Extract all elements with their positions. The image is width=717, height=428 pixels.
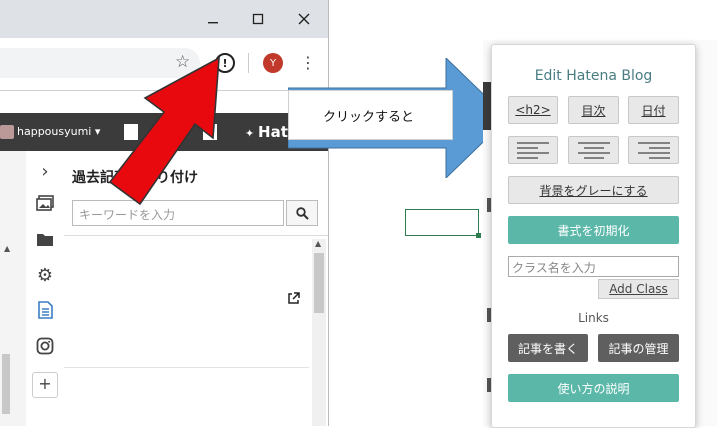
callout-text: クリックすると xyxy=(323,110,415,125)
howto-button[interactable]: 使い方の説明 xyxy=(508,374,679,402)
external-link-icon[interactable] xyxy=(287,292,300,309)
profile-avatar[interactable]: Y xyxy=(263,53,283,73)
plus-icon[interactable]: + xyxy=(32,372,58,398)
align-right-icon xyxy=(637,142,670,159)
maximize-icon xyxy=(252,13,264,25)
red-arrow-annotation xyxy=(108,56,220,206)
links-heading: Links xyxy=(578,311,609,325)
minimize-icon xyxy=(208,22,218,24)
hatena-logo-mark-icon: ✦ xyxy=(245,127,259,140)
maximize-button[interactable] xyxy=(243,6,273,32)
class-name-input[interactable]: クラス名を入力 xyxy=(508,256,679,277)
date-button[interactable]: 日付 xyxy=(628,96,679,124)
title-bar xyxy=(0,0,328,38)
scroll-up-icon[interactable]: ▲ xyxy=(4,244,10,253)
page-icon[interactable] xyxy=(26,301,64,324)
callout-box: クリックすると xyxy=(288,90,453,140)
user-menu[interactable]: happousyumi ▾ xyxy=(0,125,100,139)
minimize-button[interactable] xyxy=(198,6,228,32)
search-button[interactable] xyxy=(286,200,318,226)
selection-handle xyxy=(476,233,481,238)
scrollbar-thumb[interactable] xyxy=(314,253,324,313)
reset-format-button[interactable]: 書式を初期化 xyxy=(508,216,679,244)
gear-icon[interactable]: ⚙ xyxy=(26,265,64,286)
user-avatar xyxy=(0,125,14,139)
align-center-button[interactable] xyxy=(568,136,619,164)
editor-left-scroll: ▲ xyxy=(0,151,27,426)
toc-button[interactable]: 目次 xyxy=(568,96,619,124)
scroll-up-icon[interactable]: ▲ xyxy=(315,239,321,248)
add-class-button[interactable]: Add Class xyxy=(598,279,679,299)
toolbar-separator xyxy=(248,53,249,73)
divider xyxy=(64,367,309,368)
side-toolbar: › ⚙ + xyxy=(26,151,65,426)
chevron-right-icon[interactable]: › xyxy=(26,161,64,182)
align-left-button[interactable] xyxy=(508,136,558,164)
h2-button[interactable]: <h2> xyxy=(508,96,558,124)
divider xyxy=(64,235,328,236)
user-name: happousyumi xyxy=(17,125,92,138)
folder-icon[interactable] xyxy=(26,231,64,252)
instagram-icon[interactable] xyxy=(26,337,64,360)
align-right-button[interactable] xyxy=(628,136,679,164)
close-icon xyxy=(298,13,310,25)
search-icon xyxy=(295,206,309,220)
edit-hatena-blog-popup: Edit Hatena Blog <h2> 目次 日付 背景をグレーにする 書式… xyxy=(491,44,696,428)
gray-background-button[interactable]: 背景をグレーにする xyxy=(508,176,679,204)
align-left-icon xyxy=(517,142,549,159)
close-button[interactable] xyxy=(289,6,319,32)
manage-articles-button[interactable]: 記事の管理 xyxy=(598,334,679,362)
selection-box xyxy=(405,209,479,236)
popup-title: Edit Hatena Blog xyxy=(534,68,653,84)
scrollbar-thumb[interactable] xyxy=(2,354,10,414)
hatena-logo[interactable]: ✦ Hat xyxy=(245,123,288,141)
write-article-button[interactable]: 記事を書く xyxy=(508,334,588,362)
align-center-icon xyxy=(577,142,610,159)
image-icon[interactable] xyxy=(26,195,64,216)
